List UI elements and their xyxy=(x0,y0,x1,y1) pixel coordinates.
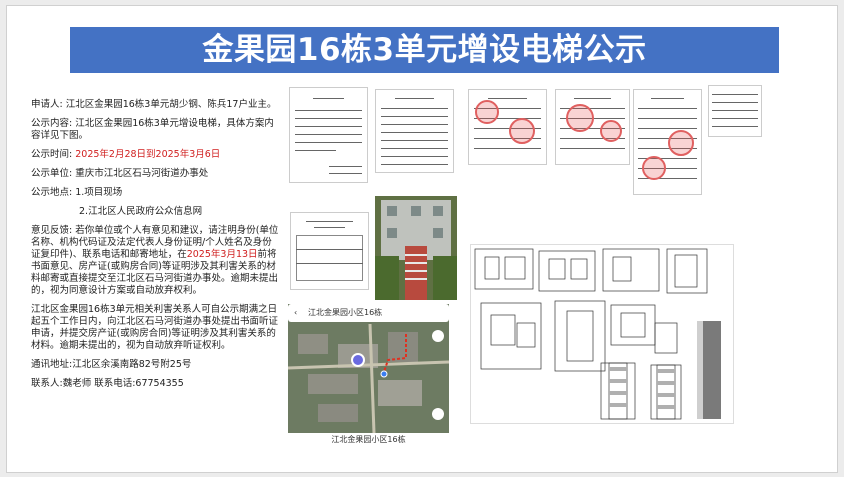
slide: 金果园16栋3单元增设电梯公示 申请人: 江北区金果园16栋3单元胡少钢、陈兵1… xyxy=(6,5,838,473)
scanned-document-3 xyxy=(468,89,547,165)
site-photo xyxy=(375,196,457,300)
back-arrow-icon[interactable]: ‹ xyxy=(294,304,297,322)
scanned-document-2 xyxy=(375,89,454,173)
map-search-text: 江北金果园小区16栋 xyxy=(308,308,383,317)
location-line-2: 2.江北区人民政府公众信息网 xyxy=(79,206,203,217)
content-line: 公示内容: 江北区金果园16栋3单元增设电梯，具体方案内容详见下图。 xyxy=(31,118,274,141)
architectural-drawings xyxy=(470,244,734,424)
location-map[interactable]: ‹ 江北金果园小区16栋 xyxy=(288,304,449,433)
red-seal xyxy=(566,104,594,132)
red-seal xyxy=(642,156,666,180)
drawings-image xyxy=(474,248,721,420)
map-search-bar[interactable]: ‹ 江北金果园小区16栋 xyxy=(288,304,449,322)
page-title: 金果园16栋3单元增设电梯公示 xyxy=(70,27,779,73)
address-line: 通讯地址:江北区余溪南路82号附25号 xyxy=(31,359,192,370)
scanned-document-5 xyxy=(633,89,702,195)
applicant-line: 申请人: 江北区金果园16栋3单元胡少钢、陈兵17户业主。 xyxy=(31,99,277,110)
red-seal xyxy=(475,100,499,124)
red-seal xyxy=(600,120,622,142)
map-image xyxy=(288,304,449,433)
period-line: 公示时间: 2025年2月28日到2025年3月6日 xyxy=(31,149,279,161)
feedback-paragraph: 意见反馈: 若你单位或个人有意见和建议，请注明身份(单位名称、机构代码证及法定代… xyxy=(31,225,279,297)
scanned-form xyxy=(290,212,369,290)
unit-line: 公示单位: 重庆市江北区石马河街道办事处 xyxy=(31,168,209,179)
contact-line: 联系人:魏老师 联系电话:67754355 xyxy=(31,378,184,389)
red-seal xyxy=(668,130,694,156)
feedback-deadline: 2025年3月13日 xyxy=(186,249,258,260)
red-seal xyxy=(509,118,535,144)
map-caption: 江北金果园小区16栋 xyxy=(288,433,449,447)
scanned-document-4 xyxy=(555,89,630,165)
scanned-document-1 xyxy=(289,87,368,183)
period-label: 公示时间: xyxy=(31,149,76,160)
hearing-paragraph: 江北区金果园16栋3单元相关利害关系人可自公示期满之日起五个工作日内，向江北区石… xyxy=(31,304,279,351)
period-value: 2025年2月28日到2025年3月6日 xyxy=(75,149,221,160)
scanned-document-6 xyxy=(708,85,762,137)
site-photo-image xyxy=(375,196,457,300)
location-line-1: 公示地点: 1.项目现场 xyxy=(31,187,123,198)
notice-text: 申请人: 江北区金果园16栋3单元胡少钢、陈兵17户业主。 公示内容: 江北区金… xyxy=(31,99,279,397)
